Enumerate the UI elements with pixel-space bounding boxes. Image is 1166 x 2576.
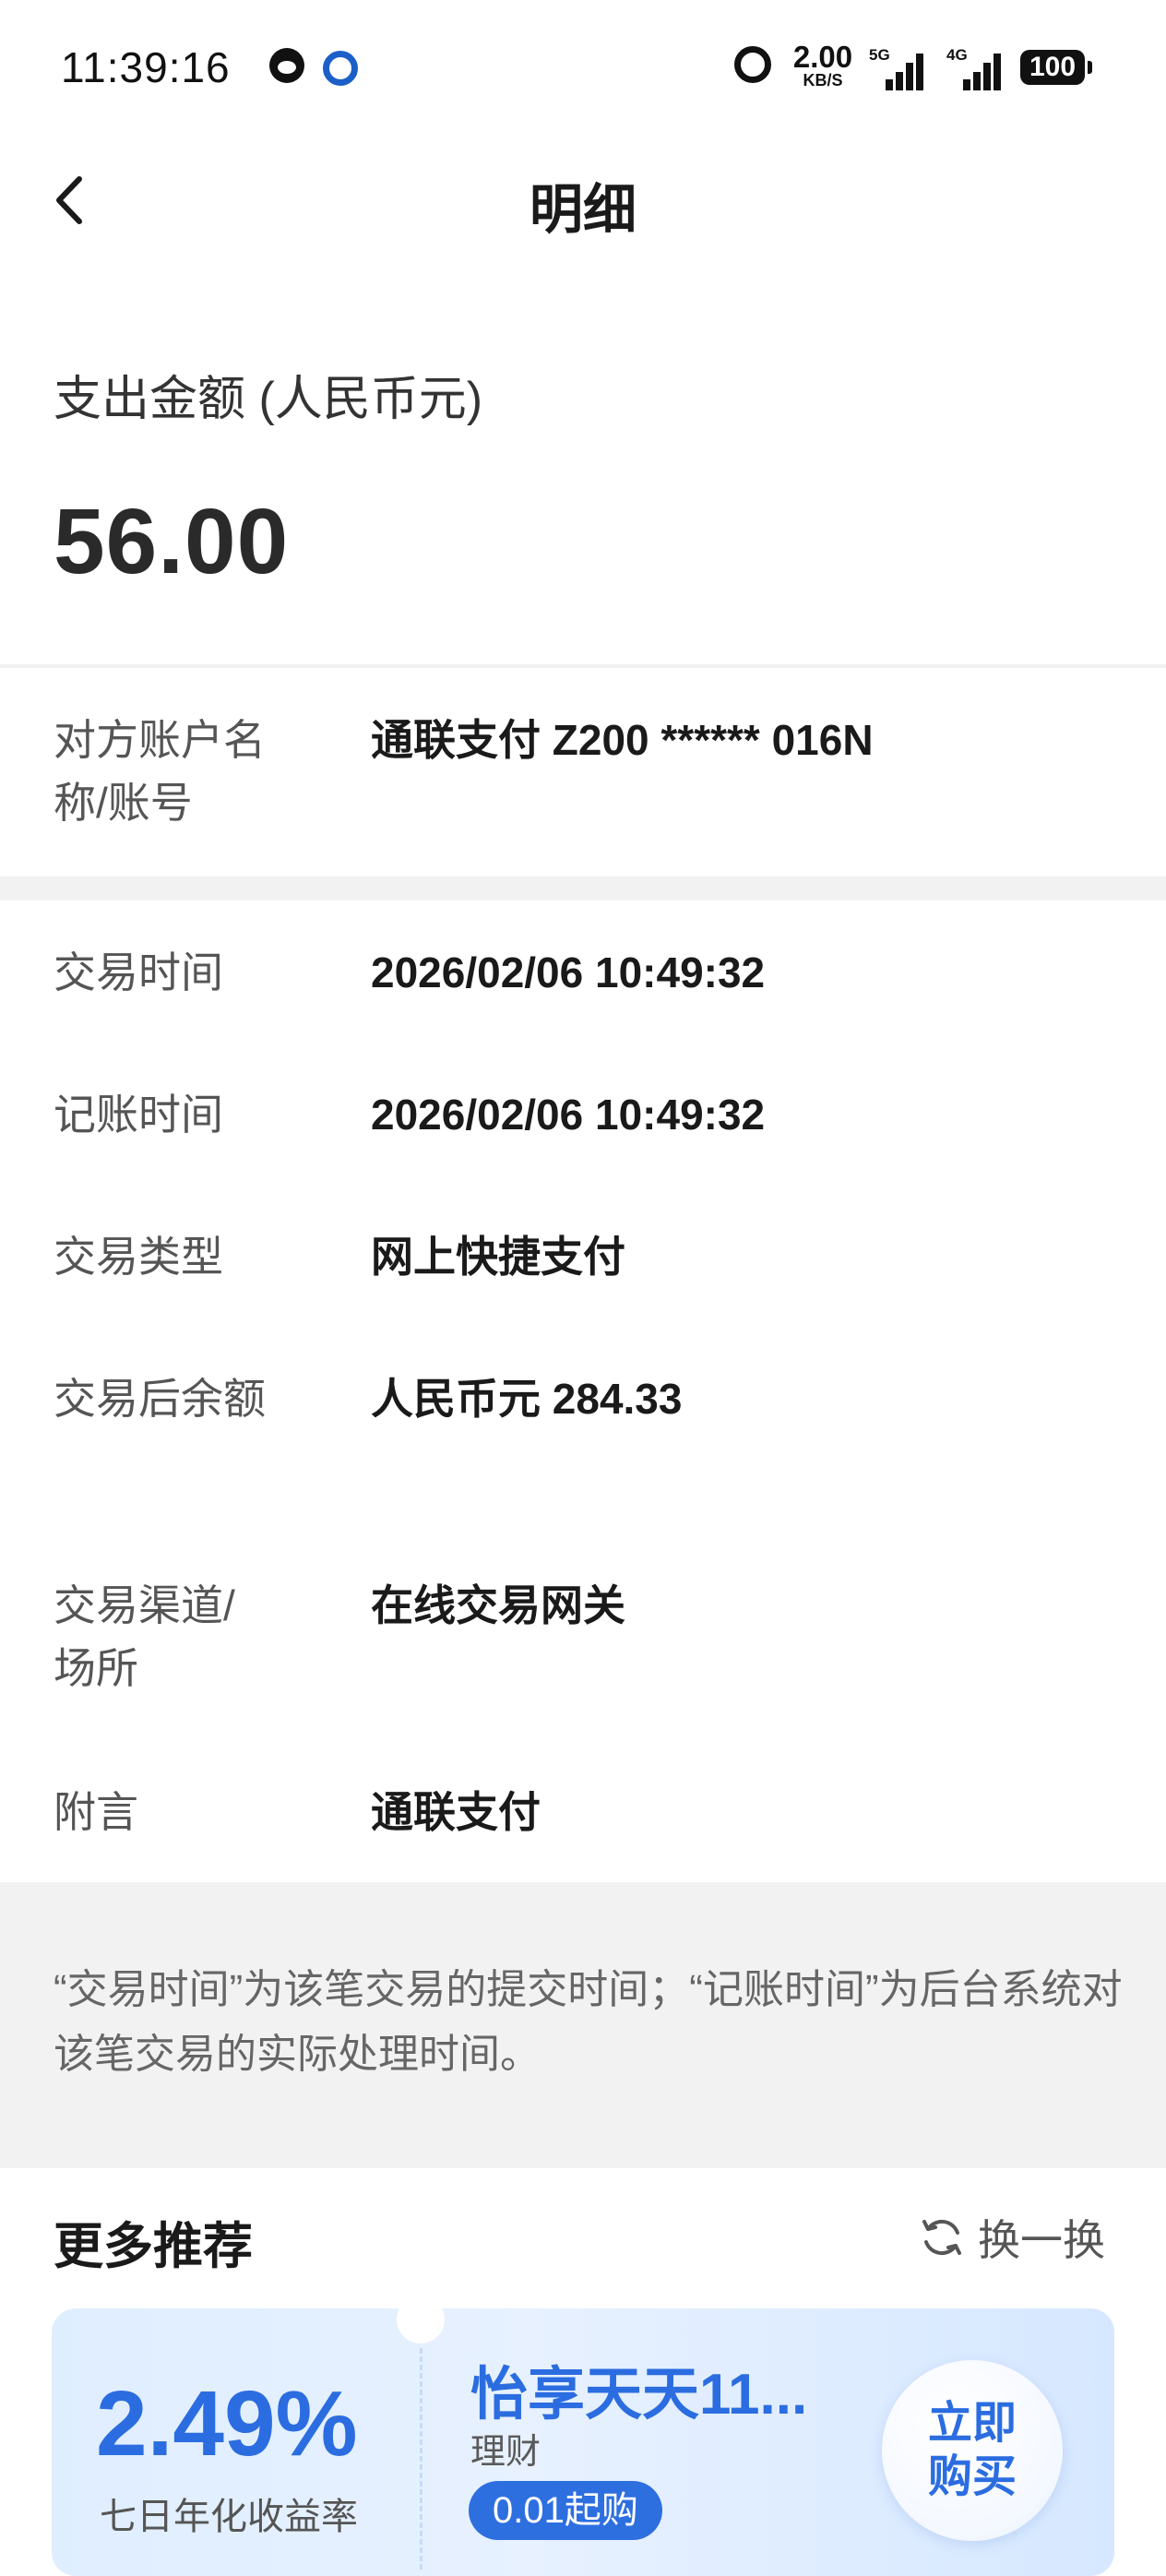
alarm-icon [734,46,771,83]
product-name[interactable]: 怡享天天11... [470,2347,807,2430]
status-time: 11:39:16 [61,43,231,91]
section-divider [0,664,1166,668]
card-separator [420,2348,422,2570]
network-speed: 2.00 KB/S [790,42,856,89]
detail-value-balance: 人民币元 284.33 [371,1375,683,1423]
page-title: 明细 [529,180,637,240]
detail-value-memo: 通联支付 [371,1788,541,1836]
notice-text: “交易时间”为该笔交易的提交时间；“记账时间”为后台系统对该笔交易的实际处理时间… [54,1967,1123,2077]
min-purchase-badge: 0.01起购 [469,2481,662,2540]
qq-notification-icon [269,48,304,83]
amount-label: 支出金额 (人民币元) [54,373,483,426]
detail-value-trade-type: 网上快捷支付 [371,1233,625,1281]
yield-rate: 2.49% [96,2372,358,2475]
detail-label-trade-type: 交易类型 [54,1233,223,1281]
buy-now-button[interactable]: 立即购买 [882,2360,1063,2541]
detail-label-memo: 附言 [54,1788,138,1836]
recommend-title: 更多推荐 [54,2219,253,2274]
section-gap [0,877,1166,900]
signal-4g-label: 4G [946,46,968,64]
detail-value-channel: 在线交易网关 [371,1581,625,1629]
card-notch [397,2296,445,2343]
product-type: 理财 [470,2433,541,2472]
buy-now-label: 立即购买 [927,2399,1017,2501]
network-speed-unit: KB/S [803,71,843,89]
detail-label-posting-time: 记账时间 [54,1091,223,1139]
detail-label-channel: 交易渠道/场所 [54,1581,235,1692]
refresh-label: 换一换 [978,2216,1105,2264]
signal-4g-icon: 4G [946,46,1001,90]
bank-notification-icon [323,51,358,86]
detail-value-posting-time: 2026/02/06 10:49:32 [371,1091,766,1139]
counterparty-value: 通联支付 Z200 ****** 016N [371,716,874,764]
amount-value: 56.00 [54,490,290,593]
detail-label-balance: 交易后余额 [54,1375,266,1423]
detail-value-trade-time: 2026/02/06 10:49:32 [371,948,766,996]
signal-5g-label: 5G [869,46,890,64]
counterparty-label: 对方账户名称/账号 [54,716,266,827]
refresh-button[interactable]: 换一换 [917,2207,1105,2268]
network-speed-value: 2.00 [792,40,853,74]
detail-label-trade-time: 交易时间 [54,948,223,996]
battery-indicator: 100 [1020,50,1092,85]
yield-rate-label: 七日年化收益率 [100,2497,358,2537]
refresh-icon [922,2219,961,2256]
signal-5g-icon: 5G [869,46,923,90]
